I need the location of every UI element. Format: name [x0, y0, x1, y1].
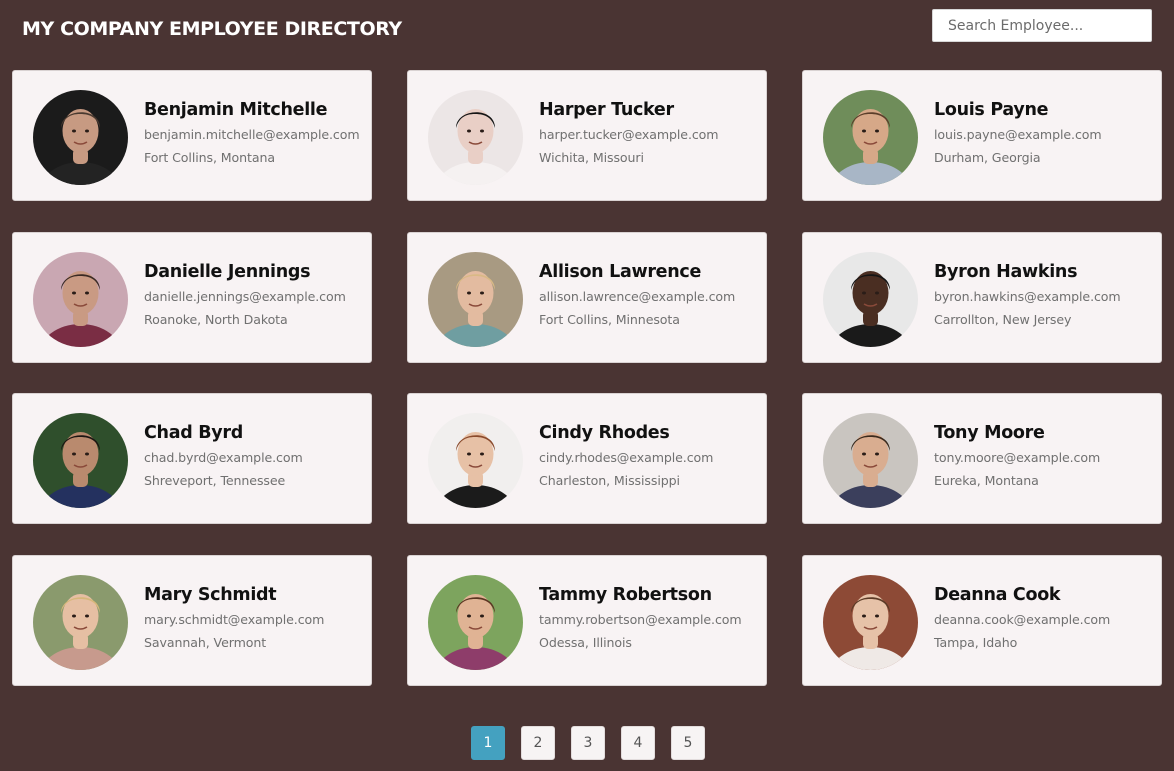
employee-email: benjamin.mitchelle@example.com: [144, 127, 360, 142]
employee-email: byron.hawkins@example.com: [934, 289, 1121, 304]
avatar: [823, 413, 918, 508]
employee-info: Danielle Jennings danielle.jennings@exam…: [144, 261, 369, 328]
employee-card[interactable]: Mary Schmidt mary.schmidt@example.com Sa…: [12, 555, 372, 686]
employee-location: Roanoke, North Dakota: [144, 312, 288, 327]
employee-info: Tony Moore tony.moore@example.com Eureka…: [934, 422, 1159, 489]
employee-location: Fort Collins, Montana: [144, 150, 275, 165]
avatar: [428, 252, 523, 347]
employee-location: Odessa, Illinois: [539, 635, 632, 650]
avatar: [33, 413, 128, 508]
avatar: [428, 575, 523, 670]
employee-location: Charleston, Mississippi: [539, 473, 680, 488]
avatar: [823, 575, 918, 670]
avatar: [428, 90, 523, 185]
employee-name: Louis Payne: [934, 100, 1049, 120]
employee-card[interactable]: Byron Hawkins byron.hawkins@example.com …: [802, 232, 1162, 363]
employee-name: Harper Tucker: [539, 100, 674, 120]
employee-email: danielle.jennings@example.com: [144, 289, 346, 304]
employee-location: Shreveport, Tennessee: [144, 473, 286, 488]
employee-card[interactable]: Cindy Rhodes cindy.rhodes@example.com Ch…: [407, 393, 767, 524]
employee-location: Fort Collins, Minnesota: [539, 312, 680, 327]
avatar: [33, 575, 128, 670]
employee-info: Deanna Cook deanna.cook@example.com Tamp…: [934, 584, 1159, 651]
employee-info: Tammy Robertson tammy.robertson@example.…: [539, 584, 764, 651]
employee-card[interactable]: Harper Tucker harper.tucker@example.com …: [407, 70, 767, 201]
employee-name: Deanna Cook: [934, 585, 1061, 605]
employee-grid: Benjamin Mitchelle benjamin.mitchelle@ex…: [0, 0, 1174, 771]
employee-name: Byron Hawkins: [934, 262, 1078, 282]
employee-email: chad.byrd@example.com: [144, 450, 303, 465]
employee-name: Danielle Jennings: [144, 262, 311, 282]
avatar: [428, 413, 523, 508]
employee-card[interactable]: Allison Lawrence allison.lawrence@exampl…: [407, 232, 767, 363]
employee-name: Allison Lawrence: [539, 262, 702, 282]
employee-location: Eureka, Montana: [934, 473, 1039, 488]
employee-info: Cindy Rhodes cindy.rhodes@example.com Ch…: [539, 422, 764, 489]
employee-name: Tammy Robertson: [539, 585, 712, 605]
employee-info: Louis Payne louis.payne@example.com Durh…: [934, 99, 1159, 166]
pagination: 12345: [471, 726, 705, 760]
employee-info: Benjamin Mitchelle benjamin.mitchelle@ex…: [144, 99, 369, 166]
employee-card[interactable]: Louis Payne louis.payne@example.com Durh…: [802, 70, 1162, 201]
employee-email: deanna.cook@example.com: [934, 612, 1111, 627]
employee-card[interactable]: Danielle Jennings danielle.jennings@exam…: [12, 232, 372, 363]
employee-location: Savannah, Vermont: [144, 635, 267, 650]
avatar: [33, 90, 128, 185]
employee-location: Carrollton, New Jersey: [934, 312, 1072, 327]
page-button-3[interactable]: 3: [571, 726, 605, 760]
employee-name: Tony Moore: [934, 423, 1045, 443]
employee-info: Byron Hawkins byron.hawkins@example.com …: [934, 261, 1159, 328]
employee-info: Mary Schmidt mary.schmidt@example.com Sa…: [144, 584, 369, 651]
employee-email: harper.tucker@example.com: [539, 127, 719, 142]
employee-name: Mary Schmidt: [144, 585, 277, 605]
employee-location: Tampa, Idaho: [934, 635, 1018, 650]
avatar: [823, 252, 918, 347]
employee-name: Chad Byrd: [144, 423, 243, 443]
employee-email: tony.moore@example.com: [934, 450, 1101, 465]
page-button-2[interactable]: 2: [521, 726, 555, 760]
employee-name: Cindy Rhodes: [539, 423, 670, 443]
page-button-4[interactable]: 4: [621, 726, 655, 760]
avatar: [823, 90, 918, 185]
employee-info: Chad Byrd chad.byrd@example.com Shrevepo…: [144, 422, 369, 489]
employee-location: Durham, Georgia: [934, 150, 1041, 165]
page-button-5[interactable]: 5: [671, 726, 705, 760]
employee-name: Benjamin Mitchelle: [144, 100, 328, 120]
employee-email: cindy.rhodes@example.com: [539, 450, 714, 465]
employee-directory-app: MY COMPANY EMPLOYEE DIRECTORY Benjamin M…: [0, 0, 1174, 771]
employee-email: allison.lawrence@example.com: [539, 289, 736, 304]
employee-info: Allison Lawrence allison.lawrence@exampl…: [539, 261, 764, 328]
employee-email: louis.payne@example.com: [934, 127, 1102, 142]
employee-card[interactable]: Deanna Cook deanna.cook@example.com Tamp…: [802, 555, 1162, 686]
employee-info: Harper Tucker harper.tucker@example.com …: [539, 99, 764, 166]
employee-email: mary.schmidt@example.com: [144, 612, 325, 627]
avatar: [33, 252, 128, 347]
employee-card[interactable]: Chad Byrd chad.byrd@example.com Shrevepo…: [12, 393, 372, 524]
page-button-1[interactable]: 1: [471, 726, 505, 760]
employee-card[interactable]: Tammy Robertson tammy.robertson@example.…: [407, 555, 767, 686]
employee-location: Wichita, Missouri: [539, 150, 644, 165]
employee-email: tammy.robertson@example.com: [539, 612, 742, 627]
employee-card[interactable]: Tony Moore tony.moore@example.com Eureka…: [802, 393, 1162, 524]
employee-card[interactable]: Benjamin Mitchelle benjamin.mitchelle@ex…: [12, 70, 372, 201]
